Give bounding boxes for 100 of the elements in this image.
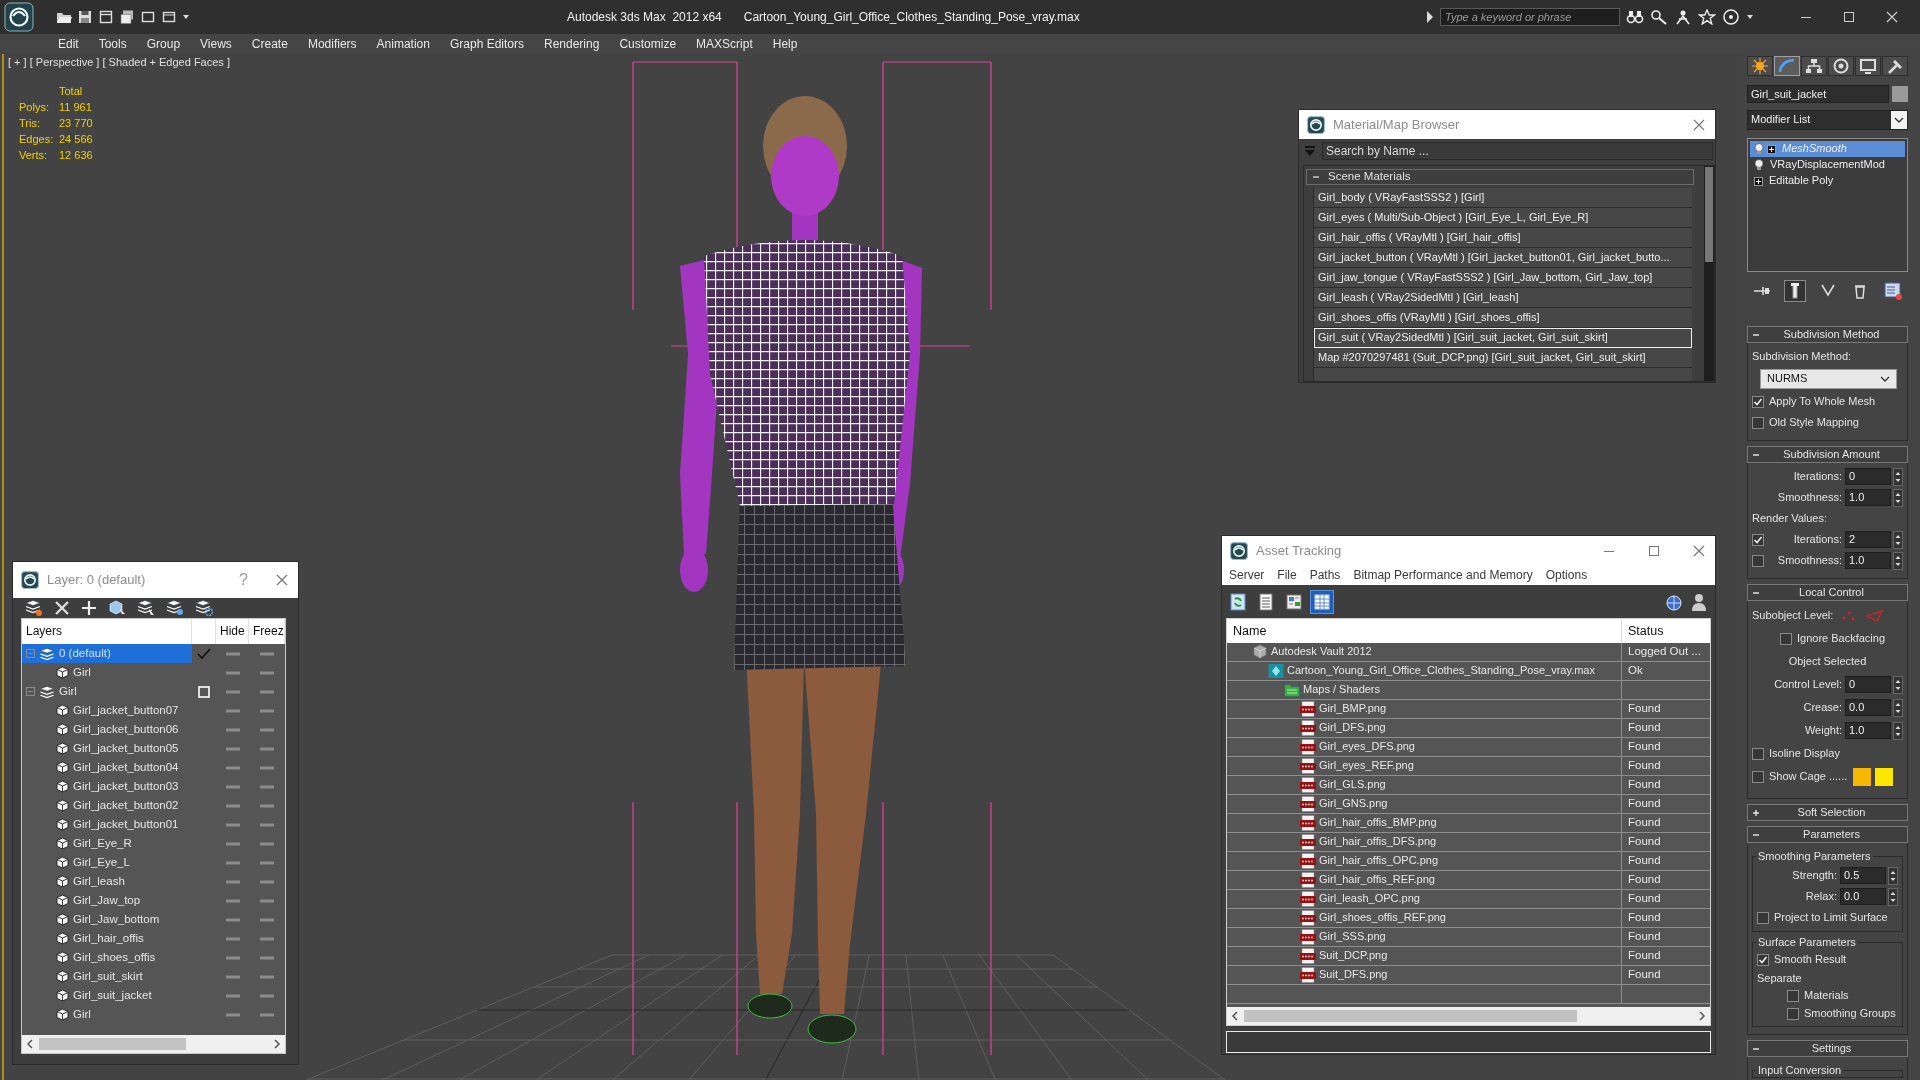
checkbox[interactable]	[1752, 533, 1764, 546]
menu-item[interactable]: Server	[1229, 568, 1265, 583]
modifier-item[interactable]: Editable Poly	[1750, 173, 1905, 189]
rollout-header[interactable]: Subdivision Amount	[1747, 446, 1908, 463]
checkbox[interactable]	[1752, 770, 1764, 783]
menu-item[interactable]: Views	[190, 36, 242, 52]
menu-item[interactable]: Paths	[1309, 568, 1341, 583]
spinner-arrows-icon[interactable]	[1888, 866, 1898, 885]
scroll-left-icon[interactable]	[25, 1039, 35, 1049]
collapse-icon[interactable]	[1312, 173, 1320, 181]
toggle-box-icon[interactable]	[198, 685, 210, 698]
spinner-arrows-icon[interactable]	[1893, 698, 1903, 717]
spinner-arrows-icon[interactable]	[1888, 887, 1898, 906]
scroll-left-icon[interactable]	[1230, 1011, 1240, 1021]
checkbox[interactable]	[1752, 747, 1764, 760]
rollout-header[interactable]: Soft Selection	[1747, 804, 1908, 821]
checkbox[interactable]	[1787, 1008, 1799, 1020]
panel-tab[interactable]	[1855, 56, 1881, 76]
menu-item[interactable]: Tools	[88, 36, 137, 52]
menu-item[interactable]: Help	[762, 36, 808, 52]
spinner-arrows-icon[interactable]	[1893, 467, 1903, 486]
color-swatch-icon[interactable]	[1892, 86, 1908, 102]
rollout-header[interactable]: Subdivision Method	[1747, 326, 1908, 343]
layers-dot-icon[interactable]	[166, 599, 184, 617]
search-field[interactable]: Type a keyword or phrase	[1440, 8, 1620, 26]
spinner-arrows-icon[interactable]	[1893, 675, 1903, 694]
plus-icon[interactable]	[81, 600, 97, 616]
cube-cursor-icon[interactable]	[108, 599, 126, 617]
menu-item[interactable]: Customize	[609, 36, 687, 52]
spinner-arrows-icon[interactable]	[1893, 551, 1903, 570]
scrollbar-thumb[interactable]	[1705, 167, 1713, 262]
number-field[interactable]: 0	[1845, 676, 1891, 693]
spinner-arrows-icon[interactable]	[1893, 530, 1903, 549]
vertical-scrollbar[interactable]	[1704, 166, 1714, 381]
checkbox[interactable]	[1752, 416, 1764, 429]
menu-item[interactable]: Create	[241, 36, 298, 52]
layers-ring-icon[interactable]	[195, 599, 213, 617]
panel-tab[interactable]	[1747, 56, 1773, 76]
scroll-right-icon[interactable]	[272, 1039, 282, 1049]
close-icon[interactable]	[1693, 118, 1705, 131]
rollout-header[interactable]: Settings	[1747, 1040, 1908, 1057]
spinner-arrows-icon[interactable]	[1893, 721, 1903, 740]
modifier-item[interactable]: VRayDisplacementMod	[1750, 157, 1905, 173]
number-field[interactable]: 2	[1845, 531, 1891, 548]
search-field[interactable]: Search by Name ...	[1322, 142, 1713, 160]
object-name-field[interactable]: Girl_suit_jacket	[1747, 85, 1889, 103]
panel-tab[interactable]	[1828, 56, 1854, 76]
close-icon[interactable]	[1886, 11, 1898, 23]
number-field[interactable]: 1.0	[1845, 489, 1891, 506]
close-icon[interactable]	[276, 574, 288, 586]
number-field[interactable]: 0.0	[1845, 699, 1891, 716]
plus-box-icon[interactable]	[1754, 176, 1763, 186]
material-item[interactable]: Girl_suit ( VRay2SidedMtl ) [Girl_suit_jacket, Girl_suit_skirt]	[1314, 328, 1692, 348]
window-icon[interactable]	[140, 9, 156, 25]
scrollbar-thumb[interactable]	[39, 1038, 186, 1050]
light-bulb-icon[interactable]	[1754, 159, 1764, 171]
character-model-drawing[interactable]	[680, 96, 922, 1044]
number-field[interactable]: 0.5	[1840, 867, 1886, 884]
color-swatch-icon[interactable]	[1875, 767, 1894, 786]
person-icon[interactable]	[1689, 591, 1709, 612]
menu-item[interactable]: Modifiers	[297, 36, 367, 52]
star-icon[interactable]	[1698, 9, 1716, 25]
section-header[interactable]: Scene Materials	[1306, 169, 1694, 185]
layers-cursor-icon[interactable]	[137, 599, 155, 617]
spinner-arrows-icon[interactable]	[1893, 488, 1903, 507]
close-icon[interactable]	[1693, 545, 1705, 557]
menu-item[interactable]: Group	[136, 36, 191, 52]
scrollbar-thumb[interactable]	[1244, 1010, 1577, 1022]
pillar-icon[interactable]	[1783, 280, 1806, 302]
window-icon[interactable]	[98, 9, 114, 25]
plus-box-icon[interactable]	[1767, 144, 1776, 154]
table-icon[interactable]	[1310, 589, 1334, 614]
column-header[interactable]: Name	[1227, 619, 1621, 643]
checkbox[interactable]	[1757, 911, 1769, 924]
document-icon[interactable]	[1882, 280, 1904, 302]
expand-icon[interactable]	[1752, 808, 1760, 817]
menu-item[interactable]: Options	[1545, 568, 1588, 583]
panel-tab[interactable]	[1801, 56, 1827, 76]
scroll-right-icon[interactable]	[1697, 1011, 1707, 1021]
rollout-header[interactable]: Local Control	[1747, 584, 1908, 601]
menu-item[interactable]: Bitmap Performance and Memory	[1353, 568, 1533, 583]
save-icon[interactable]	[77, 9, 93, 25]
menu-item[interactable]: Rendering	[534, 36, 610, 52]
window-icon[interactable]	[161, 9, 177, 25]
search-icon[interactable]	[1650, 9, 1668, 25]
number-field[interactable]: 0	[1845, 468, 1891, 485]
dropdown[interactable]: NURMS	[1760, 369, 1897, 389]
checkbox[interactable]	[1787, 990, 1799, 1002]
modifier-list-dropdown[interactable]: Modifier List	[1747, 110, 1908, 130]
binoculars-icon[interactable]	[1626, 9, 1644, 25]
layers-badge-icon[interactable]	[25, 599, 43, 617]
checkmark-icon[interactable]	[197, 647, 211, 660]
checkbox[interactable]	[1752, 554, 1764, 567]
stacked-windows-icon[interactable]	[119, 9, 135, 25]
menu-item[interactable]: Edit	[48, 36, 89, 52]
menu-item[interactable]: Graph Editors	[439, 36, 534, 52]
menu-item[interactable]: Animation	[366, 36, 440, 52]
menu-item[interactable]: MAXScript	[686, 36, 763, 52]
checkbox[interactable]	[1757, 954, 1769, 966]
color-swatch-icon[interactable]	[1853, 767, 1872, 786]
